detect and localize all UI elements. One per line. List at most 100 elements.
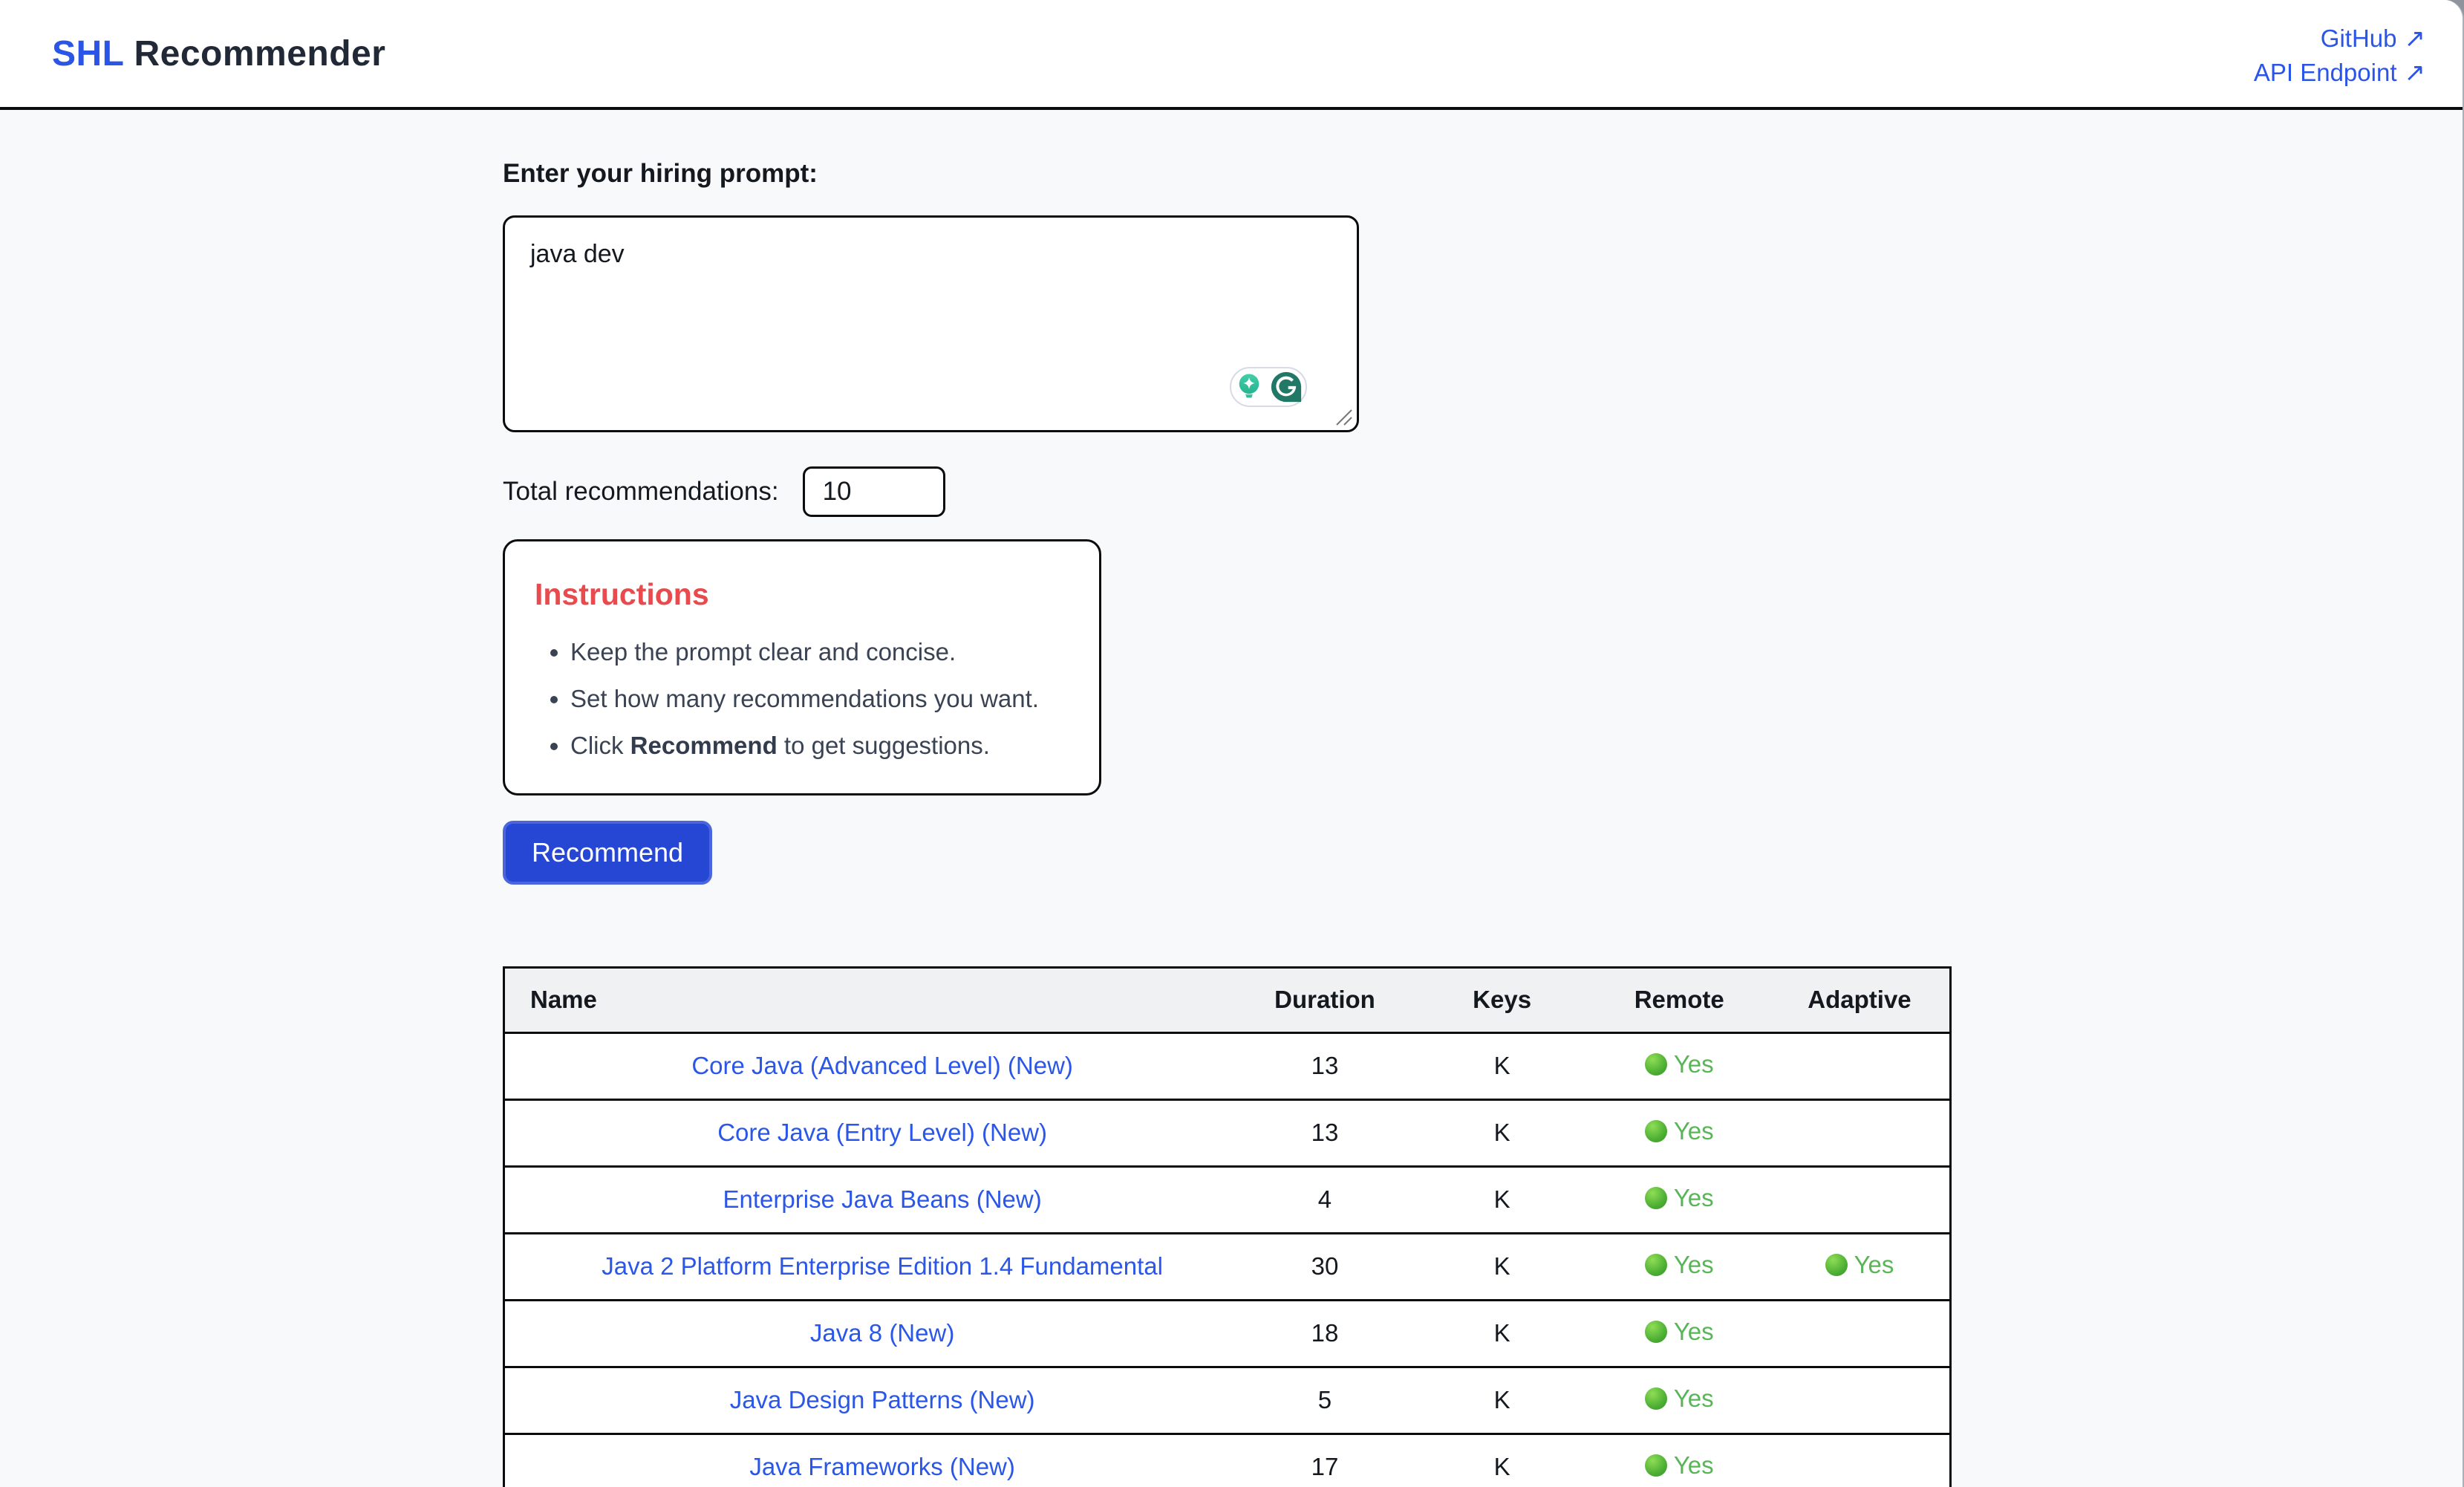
duration-cell: 17 — [1234, 1434, 1415, 1487]
duration-cell: 18 — [1234, 1300, 1415, 1367]
prompt-label: Enter your hiring prompt: — [503, 159, 2463, 189]
brand-rest: Recommender — [134, 34, 385, 74]
remote-cell: Yes — [1588, 1166, 1770, 1233]
assessment-link[interactable]: Java 8 (New) — [810, 1319, 954, 1347]
adaptive-cell: Yes — [1770, 1233, 1951, 1300]
github-link[interactable]: GitHub ↗ — [2321, 25, 2425, 53]
green-dot-icon — [1645, 1321, 1667, 1343]
api-endpoint-link[interactable]: API Endpoint ↗ — [2254, 59, 2425, 87]
total-recommendations-label: Total recommendations: — [503, 477, 779, 507]
recommend-button[interactable]: Recommend — [503, 821, 712, 885]
flag-label: Yes — [1674, 1117, 1714, 1145]
api-endpoint-link-label: API Endpoint — [2254, 59, 2397, 87]
grammarly-suggestions-bulb-icon — [1233, 371, 1265, 403]
assessment-name-cell: Enterprise Java Beans (New) — [504, 1166, 1235, 1233]
keys-cell: K — [1415, 1166, 1589, 1233]
assessment-name-cell: Java 2 Platform Enterprise Edition 1.4 F… — [504, 1233, 1235, 1300]
duration-cell: 4 — [1234, 1166, 1415, 1233]
column-header-duration: Duration — [1234, 967, 1415, 1032]
assessment-link[interactable]: Java 2 Platform Enterprise Edition 1.4 F… — [602, 1252, 1163, 1280]
table-row: Java Design Patterns (New) 5K Yes — [504, 1367, 1951, 1434]
brand-accent: SHL — [52, 34, 124, 74]
duration-cell: 13 — [1234, 1032, 1415, 1099]
flag-label: Yes — [1674, 1451, 1714, 1480]
adaptive-cell — [1770, 1099, 1951, 1166]
green-dot-icon — [1645, 1187, 1667, 1209]
flag-label: Yes — [1674, 1384, 1714, 1413]
main-content: Enter your hiring prompt: — [0, 110, 2463, 1487]
keys-cell: K — [1415, 1367, 1589, 1434]
external-link-icon: ↗ — [2405, 60, 2426, 85]
green-dot-icon — [1645, 1387, 1667, 1410]
assessments-table: Name Duration Keys Remote Adaptive Core … — [503, 966, 1952, 1487]
assessment-name-cell: Core Java (Advanced Level) (New) — [504, 1032, 1235, 1099]
table-row: Java 8 (New) 18KYes — [504, 1300, 1951, 1367]
app-header: SHL Recommender GitHub ↗ API Endpoint ↗ — [0, 0, 2463, 110]
adaptive-cell — [1770, 1367, 1951, 1434]
instructions-list: Keep the prompt clear and concise. Set ho… — [535, 634, 1069, 764]
flag-label: Yes — [1674, 1050, 1714, 1078]
green-dot-icon — [1645, 1120, 1667, 1142]
flag-label: Yes — [1674, 1251, 1714, 1279]
table-row: Java 2 Platform Enterprise Edition 1.4 F… — [504, 1233, 1951, 1300]
external-link-icon: ↗ — [2405, 26, 2426, 51]
keys-cell: K — [1415, 1099, 1589, 1166]
assessment-name-cell: Java 8 (New) — [504, 1300, 1235, 1367]
assessment-link[interactable]: Core Java (Entry Level) (New) — [717, 1119, 1047, 1146]
green-dot-icon — [1645, 1254, 1667, 1276]
instruction-item: Set how many recommendations you want. — [570, 681, 1069, 717]
instructions-title: Instructions — [535, 577, 1069, 612]
keys-cell: K — [1415, 1032, 1589, 1099]
assessment-link[interactable]: Java Design Patterns (New) — [730, 1386, 1035, 1413]
assessment-name-cell: Java Design Patterns (New) — [504, 1367, 1235, 1434]
column-header-keys: Keys — [1415, 967, 1589, 1032]
remote-cell: Yes — [1588, 1099, 1770, 1166]
total-recommendations-row: Total recommendations: — [503, 466, 2463, 517]
remote-cell: Yes — [1588, 1032, 1770, 1099]
grammarly-logo-icon — [1269, 370, 1303, 404]
assessment-link[interactable]: Java Frameworks (New) — [749, 1453, 1015, 1480]
instruction-item: Click Recommend to get suggestions. — [570, 728, 1069, 764]
adaptive-cell — [1770, 1434, 1951, 1487]
adaptive-cell — [1770, 1032, 1951, 1099]
flag-label: Yes — [1674, 1184, 1714, 1212]
page-title: SHL Recommender — [52, 33, 385, 74]
duration-cell: 30 — [1234, 1233, 1415, 1300]
column-header-remote: Remote — [1588, 967, 1770, 1032]
adaptive-cell — [1770, 1166, 1951, 1233]
keys-cell: K — [1415, 1300, 1589, 1367]
instruction-item: Keep the prompt clear and concise. — [570, 634, 1069, 670]
grammarly-widget[interactable] — [1230, 367, 1307, 407]
total-recommendations-input[interactable] — [803, 466, 945, 517]
green-dot-icon — [1645, 1454, 1667, 1477]
instructions-box: Instructions Keep the prompt clear and c… — [503, 539, 1101, 795]
duration-cell: 5 — [1234, 1367, 1415, 1434]
assessment-table-body: Core Java (Advanced Level) (New)13KYesCo… — [504, 1032, 1951, 1487]
header-links: GitHub ↗ API Endpoint ↗ — [2254, 20, 2425, 87]
table-row: Core Java (Entry Level) (New) 13K Yes — [504, 1099, 1951, 1166]
green-dot-icon — [1825, 1254, 1848, 1276]
flag-label: Yes — [1854, 1251, 1894, 1279]
duration-cell: 13 — [1234, 1099, 1415, 1166]
column-header-adaptive: Adaptive — [1770, 967, 1951, 1032]
column-header-name: Name — [504, 967, 1235, 1032]
keys-cell: K — [1415, 1434, 1589, 1487]
keys-cell: K — [1415, 1233, 1589, 1300]
remote-cell: Yes — [1588, 1434, 1770, 1487]
table-row: Java Frameworks (New) 17K Yes — [504, 1434, 1951, 1487]
prompt-textarea-container — [503, 215, 1359, 432]
github-link-label: GitHub — [2321, 25, 2397, 53]
resize-handle-icon[interactable] — [1331, 404, 1353, 426]
table-row: Core Java (Advanced Level) (New) 13K Yes — [504, 1032, 1951, 1099]
assessment-link[interactable]: Core Java (Advanced Level) (New) — [691, 1052, 1073, 1079]
hiring-prompt-input[interactable] — [503, 215, 1359, 432]
results-table-container: Name Duration Keys Remote Adaptive Core … — [503, 966, 1952, 1487]
table-header-row: Name Duration Keys Remote Adaptive — [504, 967, 1951, 1032]
app-window: SHL Recommender GitHub ↗ API Endpoint ↗ … — [0, 0, 2464, 1487]
remote-cell: Yes — [1588, 1300, 1770, 1367]
green-dot-icon — [1645, 1053, 1667, 1076]
remote-cell: Yes — [1588, 1233, 1770, 1300]
remote-cell: Yes — [1588, 1367, 1770, 1434]
adaptive-cell — [1770, 1300, 1951, 1367]
assessment-link[interactable]: Enterprise Java Beans (New) — [723, 1185, 1042, 1213]
